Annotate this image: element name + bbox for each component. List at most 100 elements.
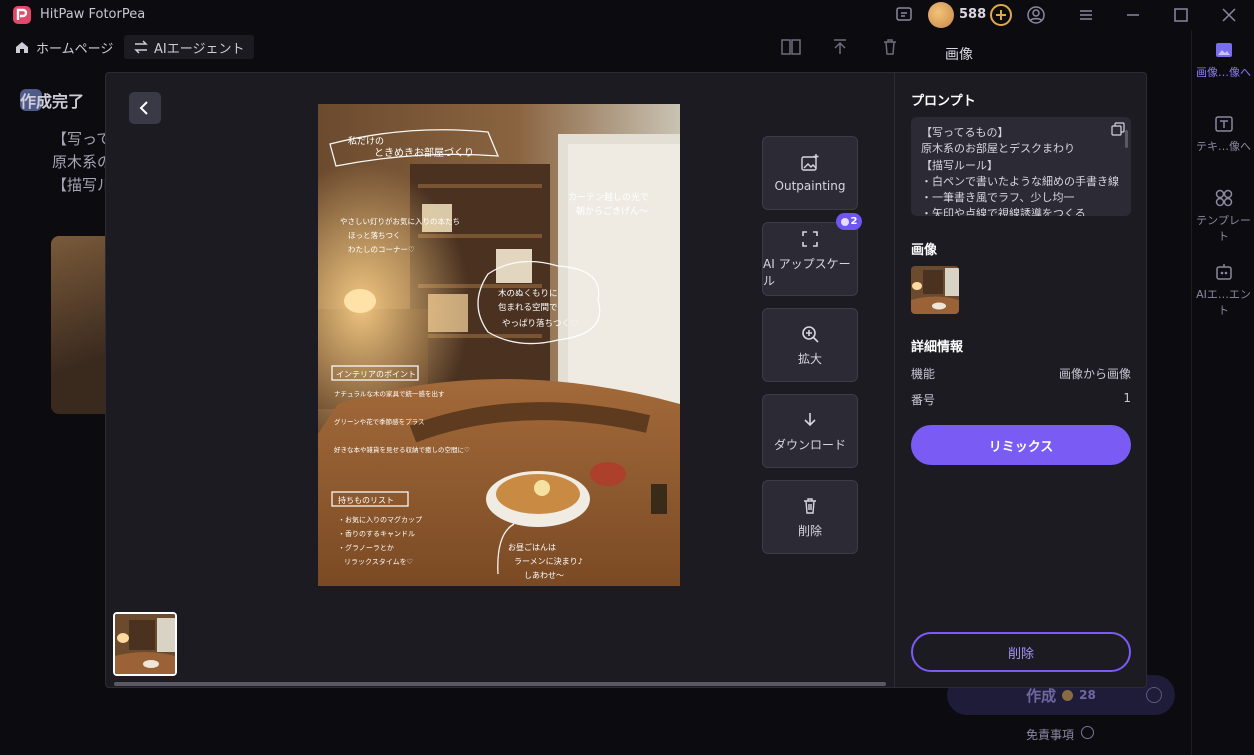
svg-text:やっぱり落ちつく♡: やっぱり落ちつく♡ bbox=[502, 318, 578, 329]
detail-value-function: 画像から画像 bbox=[1058, 367, 1131, 381]
svg-text:好きな本や雑貨を見せる収納で癒しの空間に♡: 好きな本や雑貨を見せる収納で癒しの空間に♡ bbox=[334, 445, 470, 454]
horizontal-scrollbar[interactable] bbox=[114, 682, 886, 686]
svg-text:ラーメンに決まり♪: ラーメンに決まり♪ bbox=[514, 556, 583, 566]
prompt-line: ・一筆書き風でラフ、少し均一 bbox=[921, 191, 1075, 205]
detail-key-number: 番号 bbox=[911, 393, 936, 407]
copy-icon[interactable] bbox=[1111, 122, 1125, 136]
svg-text:・お気に入りのマグカップ: ・お気に入りのマグカップ bbox=[338, 515, 422, 524]
prompt-line: 【描写ルール】 bbox=[921, 158, 998, 172]
bg-prompt-line: 原木系の bbox=[52, 153, 113, 171]
prompt-line: ・白ペンで書いたような細めの手書き線 bbox=[921, 174, 1119, 188]
prompt-box[interactable]: 【写ってるもの】 原木系のお部屋とデスクまわり 【描写ルール】 ・白ペンで書いた… bbox=[911, 117, 1131, 216]
zoom-label: 拡大 bbox=[797, 351, 822, 366]
info-icon[interactable] bbox=[1081, 726, 1094, 739]
swap-icon bbox=[134, 40, 148, 54]
zoom-in-icon bbox=[800, 324, 820, 344]
svg-text:インテリアのポイント: インテリアのポイント bbox=[336, 370, 416, 379]
rail-item-label: 画像…像へ bbox=[1196, 66, 1251, 79]
prompt-scrollbar[interactable] bbox=[1125, 130, 1128, 148]
agent-icon bbox=[1214, 262, 1234, 282]
create-cost: 28 bbox=[1079, 688, 1096, 702]
svg-text:わたしのコーナー♡: わたしのコーナー♡ bbox=[348, 245, 415, 254]
ai-agent-tab[interactable]: AIエージェント bbox=[124, 35, 255, 59]
bg-result-thumbnail[interactable] bbox=[51, 236, 111, 414]
minimize-icon[interactable] bbox=[1123, 5, 1143, 25]
add-credits-button[interactable] bbox=[990, 4, 1012, 26]
credits-coin-icon bbox=[928, 2, 954, 28]
selected-thumbnail[interactable] bbox=[113, 612, 177, 676]
outpainting-icon bbox=[800, 153, 820, 173]
svg-text:持ちものリスト: 持ちものリスト bbox=[338, 495, 394, 505]
preview-image: 私だけの ときめきお部屋づくり カーテン越しの光で 朝からごきげん〜 やさしい灯… bbox=[318, 104, 680, 586]
details-title: 詳細情報 bbox=[911, 340, 964, 355]
svg-text:木のぬくもりに: 木のぬくもりに bbox=[498, 288, 558, 299]
rail-item-label: AIエ…エント bbox=[1196, 288, 1251, 317]
home-icon bbox=[14, 39, 30, 55]
back-button[interactable] bbox=[129, 92, 161, 124]
detail-key-function: 機能 bbox=[911, 367, 936, 381]
svg-text:ナチュラルな木の家具で統一感を出す: ナチュラルな木の家具で統一感を出す bbox=[334, 389, 445, 398]
delete-tool-button[interactable]: 削除 bbox=[762, 480, 858, 554]
rail-item-label: テンプレート bbox=[1196, 214, 1251, 243]
disclaimer-link[interactable]: 免責事項 bbox=[1026, 726, 1074, 743]
detail-value-number: 1 bbox=[1123, 391, 1131, 405]
maximize-icon[interactable] bbox=[1171, 5, 1191, 25]
chevron-left-icon bbox=[139, 101, 148, 115]
trash-icon[interactable] bbox=[880, 37, 900, 57]
image-section-title: 画像 bbox=[911, 243, 938, 258]
account-icon[interactable] bbox=[1026, 5, 1046, 25]
svg-text:やさしい灯りがお気に入りの本たち: やさしい灯りがお気に入りの本たち bbox=[340, 216, 460, 226]
text-image-icon bbox=[1214, 114, 1234, 134]
source-image-thumbnail[interactable] bbox=[911, 266, 959, 314]
download-button[interactable]: ダウンロード bbox=[762, 394, 858, 468]
title-bar bbox=[0, 0, 1254, 30]
rail-item-ai-agent[interactable]: AIエ…エント bbox=[1192, 262, 1254, 318]
outpainting-button[interactable]: Outpainting bbox=[762, 136, 858, 210]
menu-icon[interactable] bbox=[1076, 5, 1096, 25]
prompt-line: ・矢印や点線で視線誘導をつくる bbox=[921, 207, 1086, 216]
svg-text:お昼ごはんは: お昼ごはんは bbox=[508, 542, 556, 552]
download-icon bbox=[800, 410, 820, 430]
modal-divider bbox=[894, 73, 895, 687]
home-tab-label: ホームページ bbox=[36, 41, 114, 57]
upscale-cost-badge: 2 bbox=[836, 213, 862, 230]
prompt-line: 【写ってるもの】 bbox=[921, 126, 1009, 139]
rail-item-text-to-image[interactable]: テキ…像へ bbox=[1192, 114, 1254, 154]
bg-prompt-line: 【描写ル bbox=[52, 176, 113, 194]
right-rail: 画像…像へ テキ…像へ テンプレート AIエ…エント bbox=[1191, 30, 1254, 755]
svg-text:ときめきお部屋づくり: ときめきお部屋づくり bbox=[374, 146, 474, 159]
upscale-cost: 2 bbox=[850, 216, 858, 227]
svg-text:朝からごきげん〜: 朝からごきげん〜 bbox=[576, 205, 648, 217]
chat-icon[interactable] bbox=[894, 5, 914, 25]
templates-icon bbox=[1214, 188, 1234, 208]
upload-icon[interactable] bbox=[830, 37, 850, 57]
svg-text:・グラノーラとか: ・グラノーラとか bbox=[338, 543, 394, 552]
prompt-title: プロンプト bbox=[911, 94, 976, 109]
prompt-line: 原木系のお部屋とデスクまわり bbox=[921, 142, 1075, 156]
ai-agent-tab-label: AIエージェント bbox=[154, 41, 245, 57]
svg-text:・香りのするキャンドル: ・香りのするキャンドル bbox=[338, 529, 415, 538]
remix-button[interactable]: リミックス bbox=[911, 425, 1131, 465]
rail-item-templates[interactable]: テンプレート bbox=[1192, 188, 1254, 244]
app-logo-icon bbox=[12, 5, 32, 25]
ai-upscale-button[interactable]: AI アップスケール bbox=[762, 222, 858, 296]
svg-text:カーテン越しの光で: カーテン越しの光で bbox=[568, 191, 649, 203]
svg-text:リラックスタイムを♡: リラックスタイムを♡ bbox=[344, 557, 413, 566]
svg-text:しあわせ〜: しあわせ〜 bbox=[524, 571, 564, 580]
delete-tool-label: 削除 bbox=[797, 523, 822, 538]
help-icon[interactable] bbox=[1146, 687, 1162, 703]
svg-text:グリーンや花で季節感をプラス: グリーンや花で季節感をプラス bbox=[334, 417, 425, 426]
expand-icon bbox=[800, 229, 820, 249]
bg-right-panel-title: 画像 bbox=[945, 47, 973, 63]
bg-status-title: 作成完了 bbox=[20, 92, 85, 111]
delete-button[interactable]: 削除 bbox=[911, 632, 1131, 672]
credit-dot-icon bbox=[840, 217, 849, 226]
zoom-button[interactable]: 拡大 bbox=[762, 308, 858, 382]
home-tab[interactable]: ホームページ bbox=[8, 35, 119, 59]
svg-text:私だけの: 私だけの bbox=[348, 136, 384, 147]
close-icon[interactable] bbox=[1219, 5, 1239, 25]
svg-text:包まれる空間で: 包まれる空間で bbox=[498, 302, 558, 313]
room-illustration-icon: 私だけの ときめきお部屋づくり カーテン越しの光で 朝からごきげん〜 やさしい灯… bbox=[318, 104, 680, 586]
rail-item-image-to-image[interactable]: 画像…像へ bbox=[1192, 40, 1254, 80]
compare-icon[interactable] bbox=[780, 37, 802, 57]
